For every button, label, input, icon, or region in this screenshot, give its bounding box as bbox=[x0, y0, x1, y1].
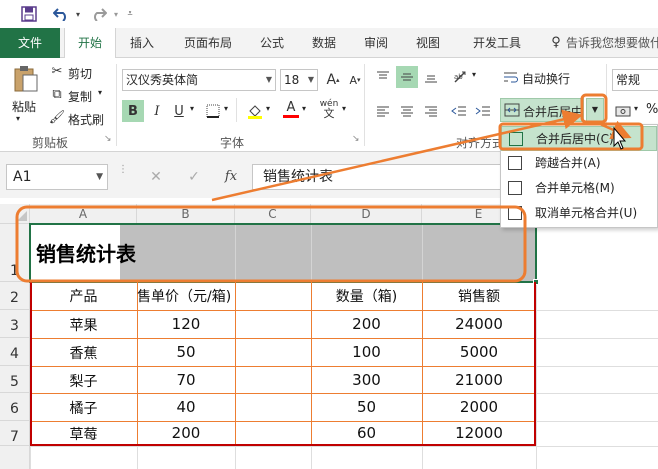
callout-title-row bbox=[15, 205, 527, 283]
callout-merge-dropdown bbox=[580, 93, 608, 124]
mouse-cursor-icon bbox=[613, 126, 627, 150]
annotation-overlay bbox=[15, 93, 644, 283]
arrow-to-dropdown bbox=[211, 109, 583, 202]
